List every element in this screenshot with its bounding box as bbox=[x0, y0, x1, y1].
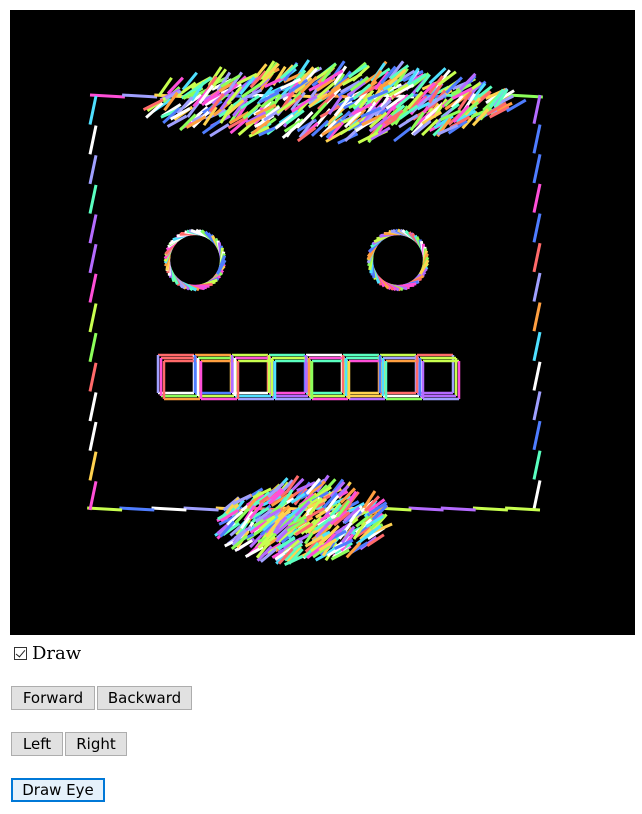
turtle-stroke bbox=[472, 506, 508, 512]
turtle-stroke bbox=[532, 450, 542, 480]
right-button[interactable]: Right bbox=[65, 732, 127, 756]
draw-toggle[interactable]: Draw bbox=[14, 642, 81, 664]
turtle-stroke bbox=[440, 506, 476, 512]
turtle-stroke bbox=[408, 506, 444, 512]
turtle-stroke bbox=[532, 331, 542, 362]
turtle-stroke bbox=[88, 125, 98, 155]
turtle-stroke bbox=[88, 303, 98, 333]
turtle-stroke bbox=[532, 420, 542, 451]
turtle-stroke bbox=[88, 480, 98, 511]
turtle-stroke bbox=[88, 332, 98, 363]
turtle-stroke bbox=[532, 302, 542, 332]
turtle-stroke bbox=[532, 94, 542, 125]
draw-checkbox[interactable] bbox=[14, 646, 27, 660]
turtle-stroke bbox=[88, 214, 98, 244]
turtle-stroke bbox=[88, 154, 98, 185]
turtle-stroke bbox=[532, 391, 542, 421]
backward-button[interactable]: Backward bbox=[97, 686, 192, 710]
turtle-stroke bbox=[532, 480, 542, 510]
turtle-stroke bbox=[183, 506, 219, 512]
turtle-stroke bbox=[88, 95, 98, 125]
turtle-stroke bbox=[119, 506, 155, 512]
turtle-stroke bbox=[505, 506, 541, 512]
turtle-stroke bbox=[532, 213, 542, 243]
turtle-stroke bbox=[87, 506, 123, 512]
turtle-stroke bbox=[88, 362, 98, 392]
turtle-stroke bbox=[88, 273, 98, 303]
turtle-stroke bbox=[88, 451, 98, 481]
turtle-stroke bbox=[88, 243, 98, 274]
left-button[interactable]: Left bbox=[11, 732, 63, 756]
turtle-stroke bbox=[122, 93, 158, 99]
turtle-stroke bbox=[88, 392, 98, 422]
turtle-stroke bbox=[151, 506, 187, 512]
draw-eye-button[interactable]: Draw Eye bbox=[11, 778, 105, 802]
turtle-stroke bbox=[532, 361, 542, 391]
turtle-stroke bbox=[532, 153, 542, 184]
turtle-stroke bbox=[532, 272, 542, 302]
turtle-stroke bbox=[532, 124, 542, 154]
draw-checkbox-label: Draw bbox=[32, 642, 82, 664]
turtle-canvas[interactable] bbox=[10, 10, 635, 635]
turtle-stroke bbox=[393, 126, 413, 143]
turtle-stroke bbox=[88, 421, 98, 452]
turtle-drawing bbox=[87, 59, 543, 566]
turtle-stroke bbox=[532, 183, 542, 213]
turtle-stroke bbox=[88, 184, 98, 214]
turtle-stroke bbox=[532, 242, 542, 273]
forward-button[interactable]: Forward bbox=[11, 686, 95, 710]
